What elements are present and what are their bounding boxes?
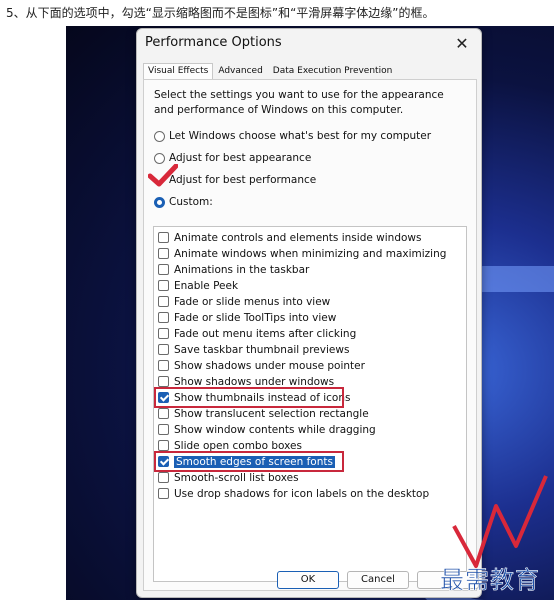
screenshot-area: Performance Options ✕ Visual Effects Adv…: [66, 26, 554, 600]
ok-button[interactable]: OK: [277, 571, 339, 589]
radio-let-windows-choose[interactable]: Let Windows choose what's best for my co…: [154, 130, 431, 142]
list-item[interactable]: Enable Peek: [158, 278, 238, 293]
checkbox[interactable]: [158, 232, 169, 243]
list-item[interactable]: Animations in the taskbar: [158, 262, 309, 277]
tab-strip: Visual Effects Advanced Data Execution P…: [143, 63, 397, 79]
visual-effects-list[interactable]: Animate controls and elements inside win…: [153, 226, 467, 582]
radio-best-performance[interactable]: Adjust for best performance: [154, 174, 316, 186]
dialog-title: Performance Options: [145, 35, 282, 50]
checkbox[interactable]: [158, 328, 169, 339]
checkbox[interactable]: [158, 472, 169, 483]
radio-button[interactable]: [154, 152, 165, 164]
tab-data-execution-prevention[interactable]: Data Execution Prevention: [268, 63, 398, 79]
list-item[interactable]: Show window contents while dragging: [158, 422, 376, 437]
radio-button[interactable]: [154, 196, 165, 208]
dialog-titlebar: Performance Options ✕: [137, 29, 481, 63]
radio-best-appearance[interactable]: Adjust for best appearance: [154, 152, 311, 164]
checkbox[interactable]: [158, 312, 169, 323]
list-item-show-thumbnails[interactable]: Show thumbnails instead of icons: [158, 390, 350, 405]
radio-label: Adjust for best appearance: [169, 152, 312, 164]
checkbox[interactable]: [158, 344, 169, 355]
checkbox[interactable]: [158, 296, 169, 307]
checkbox[interactable]: [158, 488, 169, 499]
radio-label: Adjust for best performance: [169, 174, 317, 186]
list-item[interactable]: Animate windows when minimizing and maxi…: [158, 246, 446, 261]
cancel-button[interactable]: Cancel: [347, 571, 409, 589]
close-icon[interactable]: ✕: [451, 33, 473, 55]
tab-advanced[interactable]: Advanced: [213, 63, 267, 79]
checkbox[interactable]: [158, 440, 169, 451]
list-item[interactable]: Animate controls and elements inside win…: [158, 230, 421, 245]
checkbox-checked[interactable]: [158, 456, 169, 467]
checkbox[interactable]: [158, 264, 169, 275]
red-checkmark-icon: [148, 164, 178, 187]
list-item[interactable]: Fade out menu items after clicking: [158, 326, 356, 341]
watermark-logo: 最需教育: [440, 566, 540, 595]
instruction-caption: 5、从下面的选项中，勾选“显示缩略图而不是图标”和“平滑屏幕字体边缘”的框。: [6, 6, 435, 20]
list-item-smooth-edges[interactable]: Smooth edges of screen fonts: [158, 454, 335, 469]
list-item[interactable]: Use drop shadows for icon labels on the …: [158, 486, 429, 501]
radio-label: Let Windows choose what's best for my co…: [169, 130, 432, 142]
list-item[interactable]: Save taskbar thumbnail previews: [158, 342, 349, 357]
checkbox-checked[interactable]: [158, 392, 169, 403]
list-item[interactable]: Fade or slide menus into view: [158, 294, 330, 309]
checkbox[interactable]: [158, 360, 169, 371]
dialog-button-bar: OK Cancel: [137, 567, 481, 597]
list-item[interactable]: Show shadows under mouse pointer: [158, 358, 365, 373]
checkbox[interactable]: [158, 408, 169, 419]
performance-options-dialog: Performance Options ✕ Visual Effects Adv…: [136, 28, 482, 598]
list-item[interactable]: Smooth-scroll list boxes: [158, 470, 299, 485]
checkbox[interactable]: [158, 248, 169, 259]
radio-button[interactable]: [154, 130, 165, 142]
checkbox[interactable]: [158, 424, 169, 435]
radio-custom[interactable]: Custom:: [154, 196, 213, 208]
list-item[interactable]: Show shadows under windows: [158, 374, 334, 389]
tab-visual-effects[interactable]: Visual Effects: [143, 63, 214, 79]
list-item[interactable]: Slide open combo boxes: [158, 438, 302, 453]
visual-effects-panel: Select the settings you want to use for …: [143, 79, 477, 591]
list-item[interactable]: Show translucent selection rectangle: [158, 406, 369, 421]
checkbox[interactable]: [158, 376, 169, 387]
radio-label: Custom:: [169, 196, 213, 208]
panel-description: Select the settings you want to use for …: [154, 89, 444, 116]
list-item[interactable]: Fade or slide ToolTips into view: [158, 310, 336, 325]
checkbox[interactable]: [158, 280, 169, 291]
